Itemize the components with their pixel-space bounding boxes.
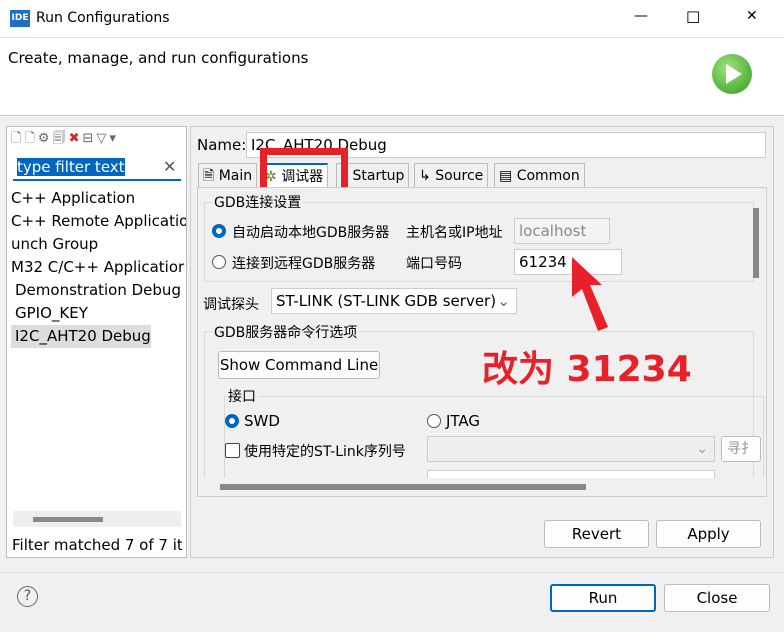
run-button[interactable]: Run	[550, 584, 656, 612]
banner-text: Create, manage, and run configurations	[8, 49, 309, 67]
auto-server-radio[interactable]	[212, 224, 226, 238]
window-title: Run Configurations	[36, 10, 170, 26]
group-title: GDB连接设置	[212, 192, 304, 212]
name-label: Name:	[197, 136, 247, 154]
toolbar: 🗋🗋⚙🗐✖⊟▽▾	[11, 129, 119, 151]
vertical-scrollbar[interactable]	[753, 208, 759, 278]
swd-radio[interactable]	[225, 414, 239, 428]
title-bar: IDE Run Configurations — ☐ ✕	[0, 0, 784, 38]
config-tree: C++ Application C++ Remote Applicatio un…	[11, 187, 186, 348]
close-button[interactable]: Close	[664, 584, 770, 612]
list-item[interactable]: unch Group	[11, 233, 186, 256]
horizontal-scrollbar[interactable]	[198, 478, 766, 496]
delete-icon[interactable]: ✖	[69, 131, 83, 146]
arrow-annotation	[572, 257, 608, 331]
filter-input[interactable]: type filter text ✕	[13, 155, 181, 181]
new-config-icon[interactable]: 🗋	[11, 131, 24, 146]
duplicate-icon[interactable]: ⚙	[38, 131, 53, 146]
list-item[interactable]: GPIO_KEY	[11, 302, 186, 325]
list-item-selected[interactable]: I2C_AHT20 Debug	[11, 325, 151, 348]
apply-button[interactable]: Apply	[656, 520, 761, 548]
collapse-icon[interactable]: ⊟	[82, 131, 96, 146]
chevron-down-icon: ⌄	[696, 441, 708, 457]
tab-main[interactable]: 🗎 Main	[198, 163, 258, 187]
menu-icon[interactable]: ▾	[109, 131, 119, 146]
horizontal-scrollbar[interactable]	[13, 511, 181, 527]
tab-source[interactable]: ↳ Source	[414, 163, 489, 187]
filter-status: Filter matched 7 of 7 ite	[12, 536, 182, 554]
remote-server-radio[interactable]	[212, 255, 226, 269]
list-item[interactable]: Demonstration Debug	[11, 279, 186, 302]
run-icon	[712, 54, 752, 94]
serial-select[interactable]: ⌄	[427, 436, 715, 462]
maximize-button[interactable]: ☐	[686, 8, 700, 27]
minimize-button[interactable]: —	[634, 8, 648, 24]
close-window-button[interactable]: ✕	[746, 8, 758, 24]
show-command-line-button[interactable]: Show Command Line	[218, 351, 380, 379]
clear-filter-icon[interactable]: ✕	[163, 157, 176, 176]
jtag-radio[interactable]	[427, 414, 441, 428]
scan-button[interactable]: 寻扌	[721, 436, 761, 462]
annotation-text: 改为 31234	[482, 349, 692, 390]
host-input[interactable]: localhost	[514, 218, 610, 244]
banner: Create, manage, and run configurations	[0, 38, 784, 116]
app-icon: IDE	[10, 10, 30, 27]
serial-checkbox[interactable]	[225, 443, 240, 458]
new-prototype-icon[interactable]: 🗋	[24, 131, 37, 146]
revert-button[interactable]: Revert	[544, 520, 649, 548]
list-item[interactable]: C++ Remote Applicatio	[11, 210, 186, 233]
export-icon[interactable]: 🗐	[53, 131, 69, 146]
chevron-down-icon: ⌄	[497, 292, 510, 310]
probe-select[interactable]: ST-LINK (ST-LINK GDB server) ⌄	[271, 288, 517, 314]
help-icon[interactable]: ?	[17, 586, 38, 607]
config-list-panel: 🗋🗋⚙🗐✖⊟▽▾ type filter text ✕ C++ Applicat…	[6, 126, 187, 558]
tab-common[interactable]: ▤ Common	[494, 163, 585, 187]
list-item[interactable]: C++ Application	[11, 187, 186, 210]
filter-icon[interactable]: ▽	[96, 131, 109, 146]
list-item[interactable]: M32 C/C++ Applicatior	[11, 256, 186, 279]
